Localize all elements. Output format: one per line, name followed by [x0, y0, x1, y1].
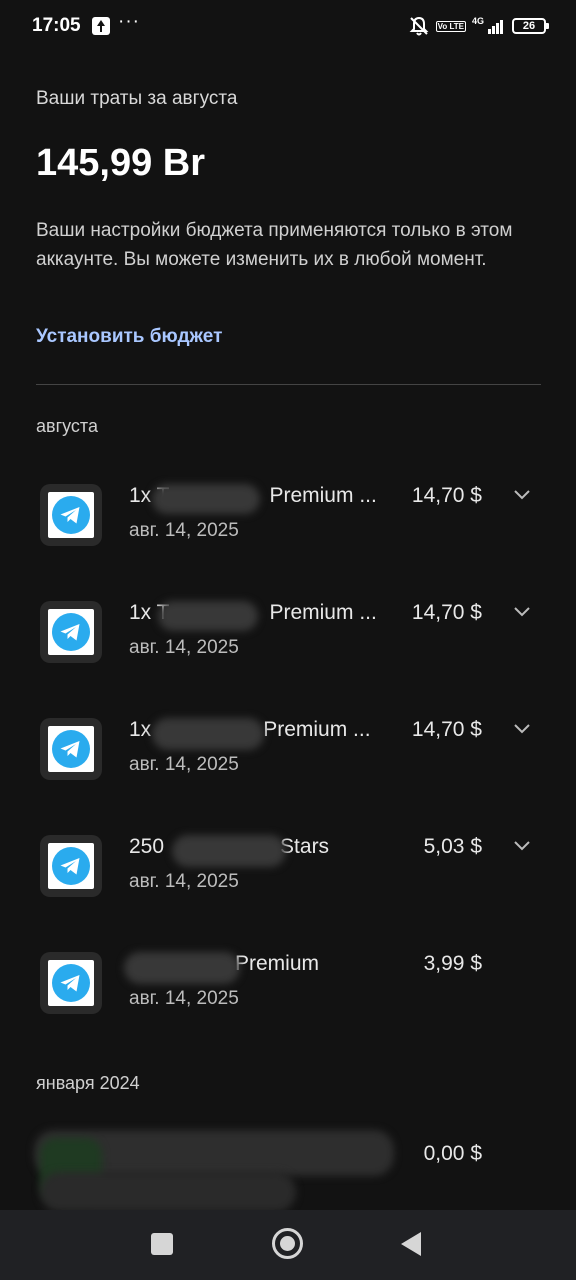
set-budget-button[interactable]: Установить бюджет [36, 326, 222, 348]
transaction-date: авг. 14, 2025 [129, 637, 239, 658]
transaction-item[interactable]: 0,00 $ [0, 1126, 576, 1216]
redacted-text [40, 1172, 296, 1212]
system-navigation-bar [0, 1210, 576, 1280]
volte-icon: Vo LTE [435, 20, 466, 32]
section-label-january-2024: января 2024 [36, 1073, 140, 1093]
chevron-down-icon[interactable] [512, 722, 532, 736]
transaction-price: 0,00 $ [423, 1142, 482, 1165]
transaction-date: авг. 14, 2025 [129, 871, 239, 892]
transaction-price: 14,70 $ [411, 718, 482, 741]
transaction-date: авг. 14, 2025 [129, 754, 239, 775]
telegram-icon [40, 718, 102, 780]
transaction-item[interactable]: Premium авг. 14, 2025 3,99 $ [0, 938, 576, 1028]
more-notifications-icon: ··· [118, 11, 140, 32]
redacted-text [172, 835, 286, 867]
transaction-price: 14,70 $ [411, 484, 482, 507]
telegram-icon [40, 484, 102, 546]
telegram-icon [40, 835, 102, 897]
transaction-item[interactable]: 1x T Premium ... авг. 14, 2025 14,70 $ [0, 587, 576, 677]
back-button[interactable] [401, 1232, 421, 1256]
chevron-down-icon[interactable] [512, 488, 532, 502]
transaction-item[interactable]: 250 Stars авг. 14, 2025 5,03 $ [0, 821, 576, 911]
budget-description: Ваши настройки бюджета применяются тольк… [36, 220, 513, 270]
status-icons: Vo LTE 4G 26 [408, 14, 549, 38]
status-time: 17:05 [32, 15, 81, 36]
transaction-item[interactable]: 1x T Premium ... авг. 14, 2025 14,70 $ [0, 470, 576, 560]
transaction-price: 5,03 $ [423, 835, 482, 858]
recents-button[interactable] [151, 1233, 173, 1255]
chevron-down-icon[interactable] [512, 605, 532, 619]
battery-icon: 26 [512, 18, 549, 34]
redacted-text [158, 601, 258, 631]
signal-icon: 4G [472, 16, 506, 36]
redacted-text [152, 484, 260, 514]
spending-label: Ваши траты за августа [36, 88, 238, 109]
transaction-date: авг. 14, 2025 [129, 520, 239, 541]
status-bar: 17:05 ··· Vo LTE 4G 26 [0, 0, 576, 52]
home-button[interactable] [272, 1228, 303, 1259]
divider [36, 384, 541, 385]
chevron-down-icon[interactable] [512, 839, 532, 853]
spending-amount: 145,99 Br [36, 142, 206, 184]
transaction-date: авг. 14, 2025 [129, 988, 239, 1009]
redacted-text [124, 952, 240, 984]
redacted-text [152, 718, 264, 750]
telegram-icon [40, 952, 102, 1014]
transaction-price: 14,70 $ [411, 601, 482, 624]
section-label-august: августа [36, 416, 98, 436]
transaction-price: 3,99 $ [423, 952, 482, 975]
google-play-budget-screen: 17:05 ··· Vo LTE 4G 26 Ваши траты за авг… [0, 0, 576, 1280]
telegram-icon [40, 601, 102, 663]
bell-muted-icon [408, 15, 430, 37]
transaction-item[interactable]: 1x Premium ... авг. 14, 2025 14,70 $ [0, 704, 576, 794]
network-type: 4G [472, 16, 485, 26]
upload-icon [92, 17, 110, 35]
